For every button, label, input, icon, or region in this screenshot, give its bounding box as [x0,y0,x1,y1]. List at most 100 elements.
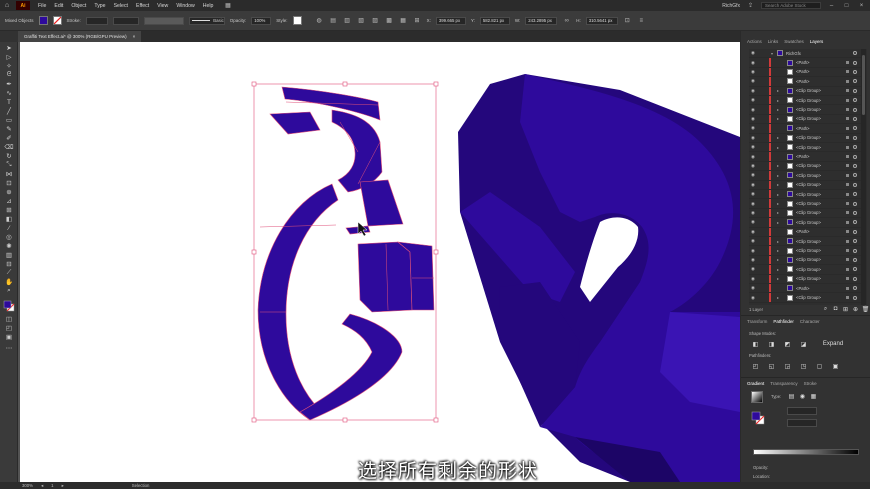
layer-name[interactable]: <Clip Group> [796,192,821,197]
layer-name[interactable]: <Path> [796,286,810,291]
blend-tool-icon[interactable]: ◎ [4,233,14,241]
tab-stroke[interactable]: Stroke [804,381,817,386]
expand-arrow-icon[interactable]: ▸ [775,163,781,168]
layer-name[interactable]: <Clip Group> [796,98,821,103]
expand-arrow-icon[interactable]: ▸ [775,116,781,121]
merge-icon[interactable]: ◲ [783,362,792,370]
hand-tool-icon[interactable]: ✋ [4,278,14,286]
selection-indicator[interactable] [846,249,849,253]
layers-scrollbar[interactable] [861,49,866,305]
layer-root-name[interactable]: RichGfx [786,51,801,56]
target-circle-icon[interactable] [853,88,857,93]
eyedropper-tool-icon[interactable]: ⁄ [4,224,14,232]
expand-arrow-icon[interactable]: ▸ [775,276,781,281]
layer-row[interactable]: ◉ ▸ <Clip Group> [749,105,861,115]
selection-indicator[interactable] [846,70,849,74]
tab-pathfinder[interactable]: Pathfinder [773,319,794,324]
make-clipping-mask-icon[interactable]: ◘ [831,305,840,313]
target-circle-icon[interactable] [853,145,857,150]
selection-indicator[interactable] [846,61,849,65]
layer-name[interactable]: <Clip Group> [796,107,821,112]
expand-arrow-icon[interactable]: ▸ [775,267,781,272]
visibility-eye-icon[interactable]: ◉ [749,248,757,254]
layer-name[interactable]: <Clip Group> [796,276,821,281]
target-circle-icon[interactable] [853,69,857,74]
layer-row[interactable]: ◉ ▸ <Clip Group> [749,218,861,228]
visibility-eye-icon[interactable]: ◉ [749,125,757,131]
visibility-eye-icon[interactable]: ◉ [749,182,757,188]
target-circle-icon[interactable] [853,248,857,253]
selection-indicator[interactable] [846,239,849,243]
expand-arrow-icon[interactable]: ▸ [775,239,781,244]
free-transform-tool-icon[interactable]: ⊡ [4,179,14,187]
selection-indicator[interactable] [846,173,849,177]
workspace-name[interactable]: RichGfx [722,3,740,9]
layer-row[interactable]: ◉ ▸ <Clip Group> [749,190,861,200]
visibility-eye-icon[interactable]: ◉ [749,163,757,169]
unite-icon[interactable]: ◧ [751,340,760,348]
selection-indicator[interactable] [846,117,849,121]
visibility-eye-icon[interactable]: ◉ [749,107,757,113]
align-middle-icon[interactable]: ▩ [385,16,394,25]
visibility-eye-icon[interactable]: ◉ [749,60,757,66]
selection-indicator[interactable] [846,258,849,262]
layer-name[interactable]: <Path> [796,60,810,65]
stock-search-input[interactable]: Search Adobe Stock [761,2,821,9]
layer-name[interactable]: <Path> [796,154,810,159]
align-bottom-icon[interactable]: ▦ [399,16,408,25]
opacity-field[interactable]: 100% [251,16,272,25]
crop-icon[interactable]: ◳ [799,362,808,370]
target-circle-icon[interactable] [853,286,857,291]
workspace-switcher-icon[interactable]: ▦ [223,1,232,10]
selection-indicator[interactable] [846,98,849,102]
intersect-icon[interactable]: ◩ [783,340,792,348]
selection-indicator[interactable] [846,145,849,149]
trim-icon[interactable]: ◱ [767,362,776,370]
mesh-tool-icon[interactable]: ⊞ [4,206,14,214]
menu-object[interactable]: Object [67,3,90,9]
expand-arrow-icon[interactable]: ▸ [775,107,781,112]
share-icon[interactable]: ⇪ [746,1,755,10]
selection-indicator[interactable] [846,211,849,215]
pen-tool-icon[interactable]: ✒ [4,80,14,88]
layer-row[interactable]: ◉ ▸ <Clip Group> [749,96,861,106]
color-mode-icon[interactable]: ◫ [4,315,14,323]
pencil-tool-icon[interactable]: ✐ [4,134,14,142]
layer-name[interactable]: <Path> [796,126,810,131]
link-proportions-icon[interactable]: ∞ [562,16,571,25]
selection-indicator[interactable] [846,220,849,224]
document-tab[interactable]: Graffiti Text Effect.ai* @ 300% (RGB/GPU… [18,31,142,42]
target-circle-icon[interactable] [853,229,857,234]
maximize-icon[interactable]: □ [842,3,851,9]
selection-indicator[interactable] [846,136,849,140]
tab-gradient[interactable]: Gradient [747,381,764,386]
expand-arrow-icon[interactable]: ▸ [775,182,781,187]
layer-name[interactable]: <Clip Group> [796,135,821,140]
menu-view[interactable]: View [153,3,172,9]
menu-file[interactable]: File [34,3,50,9]
visibility-eye-icon[interactable]: ◉ [749,191,757,197]
scroll-thumb[interactable] [862,55,865,115]
target-circle-icon[interactable] [853,295,857,300]
visibility-eye-icon[interactable]: ◉ [749,266,757,272]
paintbrush-tool-icon[interactable]: ✎ [4,125,14,133]
selection-indicator[interactable] [846,230,849,234]
gradient-tool-icon[interactable]: ◧ [4,215,14,223]
h-field[interactable]: 310.5641 px [585,16,618,25]
target-circle-icon[interactable] [853,267,857,272]
minimize-icon[interactable]: – [827,3,836,9]
selection-indicator[interactable] [846,192,849,196]
target-circle-icon[interactable] [853,98,857,103]
minus-front-icon[interactable]: ◨ [767,340,776,348]
line-tool-icon[interactable]: ╱ [4,107,14,115]
layer-row[interactable]: ◉ ▸ <Clip Group> [749,293,861,303]
layer-name[interactable]: <Clip Group> [796,248,821,253]
graffiti-letter-3d[interactable] [458,74,740,482]
selection-indicator[interactable] [846,89,849,93]
visibility-eye-icon[interactable]: ◉ [749,50,757,56]
collapse-arrow-icon[interactable]: ▾ [769,51,775,56]
visibility-eye-icon[interactable]: ◉ [749,285,757,291]
new-layer-icon[interactable]: ⊕ [851,305,860,313]
layer-name[interactable]: <Clip Group> [796,295,821,300]
layer-name[interactable]: <Clip Group> [796,182,821,187]
